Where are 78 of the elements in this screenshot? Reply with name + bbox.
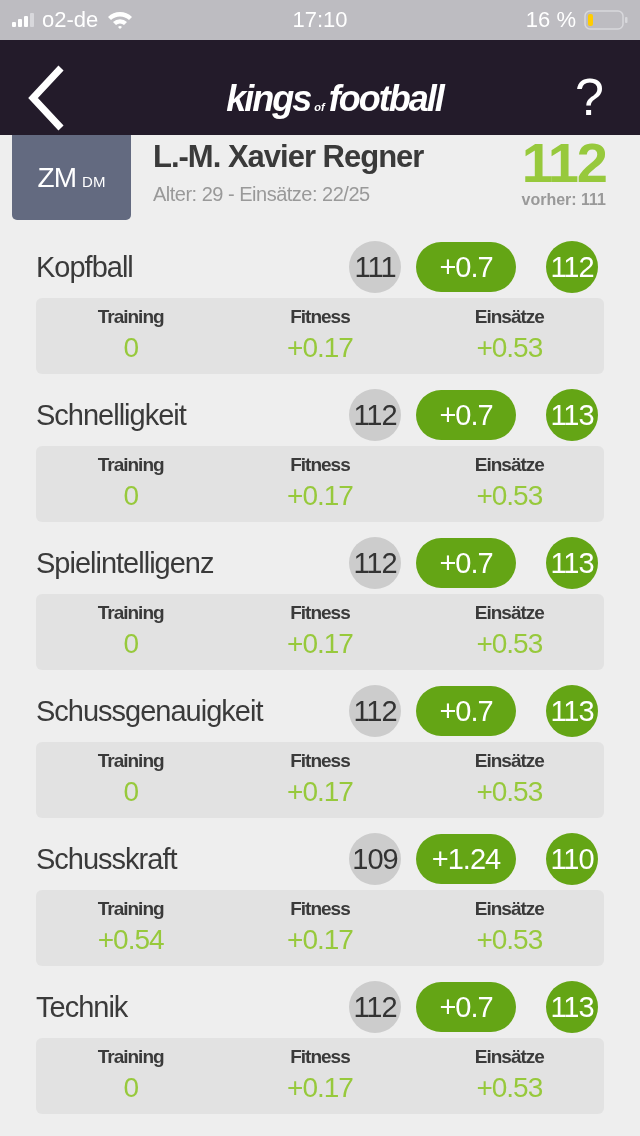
old-value: 112 [349, 685, 401, 737]
breakdown-label: Fitness [290, 750, 350, 772]
player-details: Alter: 29 - Einsätze: 22/25 [153, 183, 371, 206]
attribute-name: Kopfball [36, 250, 134, 284]
new-value: 112 [546, 241, 598, 293]
previous-rating: vorher: 111 [521, 191, 606, 209]
breakdown-label: Training [97, 306, 164, 328]
help-button[interactable]: ? [575, 66, 604, 127]
breakdown-label: Einsätze [474, 750, 544, 772]
breakdown-label: Einsätze [474, 898, 544, 920]
breakdown-label: Einsätze [474, 306, 544, 328]
breakdown-value: +0.54 [97, 924, 164, 956]
carrier-name: o2-de [42, 7, 99, 33]
attribute-name: Schnelligkeit [36, 398, 188, 432]
breakdown-label: Einsätze [474, 1046, 544, 1068]
attribute-name: Schussgenauigkeit [36, 694, 264, 728]
breakdown-value: +0.17 [287, 1072, 353, 1104]
breakdown-value: +0.53 [476, 480, 543, 512]
breakdown-label: Training [97, 898, 164, 920]
breakdown-label: Fitness [290, 898, 350, 920]
signal-icon [12, 13, 34, 27]
battery-icon [584, 10, 628, 30]
old-value: 111 [349, 241, 401, 293]
breakdown-label: Training [97, 750, 164, 772]
position-label: DM [82, 173, 106, 190]
chevron-left-icon [28, 64, 64, 131]
breakdown-label: Fitness [290, 454, 350, 476]
position-label: ZM [37, 161, 77, 194]
attribute-name: Spielintelligenz [36, 546, 215, 580]
logo-text: football [328, 77, 443, 120]
breakdown-label: Training [97, 1046, 164, 1068]
breakdown-value: 0 [123, 628, 138, 660]
new-value: 113 [546, 981, 598, 1033]
old-value: 112 [349, 389, 401, 441]
attribute-name: Technik [36, 990, 129, 1024]
wifi-icon [106, 10, 135, 30]
breakdown-value: +0.17 [287, 332, 353, 364]
player-name: L.-M. Xavier Regner [153, 139, 425, 175]
change-value: +1.24 [416, 834, 516, 884]
new-value: 113 [546, 389, 598, 441]
new-value: 110 [546, 833, 598, 885]
breakdown-value: 0 [123, 332, 138, 364]
logo-text: kings [226, 77, 311, 120]
breakdown-value: +0.17 [287, 628, 353, 660]
breakdown-value: +0.53 [476, 776, 543, 808]
breakdown-value: 0 [123, 776, 138, 808]
change-value: +0.7 [416, 538, 516, 588]
breakdown-label: Einsätze [474, 454, 544, 476]
breakdown-value: +0.53 [476, 628, 543, 660]
new-value: 113 [546, 537, 598, 589]
breakdown-value: 0 [123, 480, 138, 512]
change-value: +0.7 [416, 686, 516, 736]
breakdown-label: Fitness [290, 1046, 350, 1068]
old-value: 109 [349, 833, 401, 885]
player-rating: 112 [521, 135, 606, 191]
change-value: +0.7 [416, 390, 516, 440]
breakdown-label: Fitness [290, 306, 350, 328]
breakdown-value: +0.53 [476, 332, 543, 364]
old-value: 112 [349, 981, 401, 1033]
breakdown-value: +0.53 [476, 1072, 543, 1104]
old-value: 112 [349, 537, 401, 589]
breakdown-value: +0.17 [287, 776, 353, 808]
breakdown-value: +0.17 [287, 924, 353, 956]
breakdown-label: Fitness [290, 602, 350, 624]
breakdown-label: Einsätze [474, 602, 544, 624]
logo-text: of [314, 100, 325, 113]
breakdown-label: Training [97, 602, 164, 624]
new-value: 113 [546, 685, 598, 737]
battery-percentage: 16 % [525, 7, 576, 33]
breakdown-value: +0.53 [476, 924, 543, 956]
change-value: +0.7 [416, 982, 516, 1032]
attribute-name: Schusskraft [36, 842, 178, 876]
back-button[interactable] [28, 64, 64, 131]
change-value: +0.7 [416, 242, 516, 292]
breakdown-value: +0.17 [287, 480, 353, 512]
clock-time: 17:10 [291, 7, 349, 33]
breakdown-label: Training [97, 454, 164, 476]
breakdown-value: 0 [123, 1072, 138, 1104]
